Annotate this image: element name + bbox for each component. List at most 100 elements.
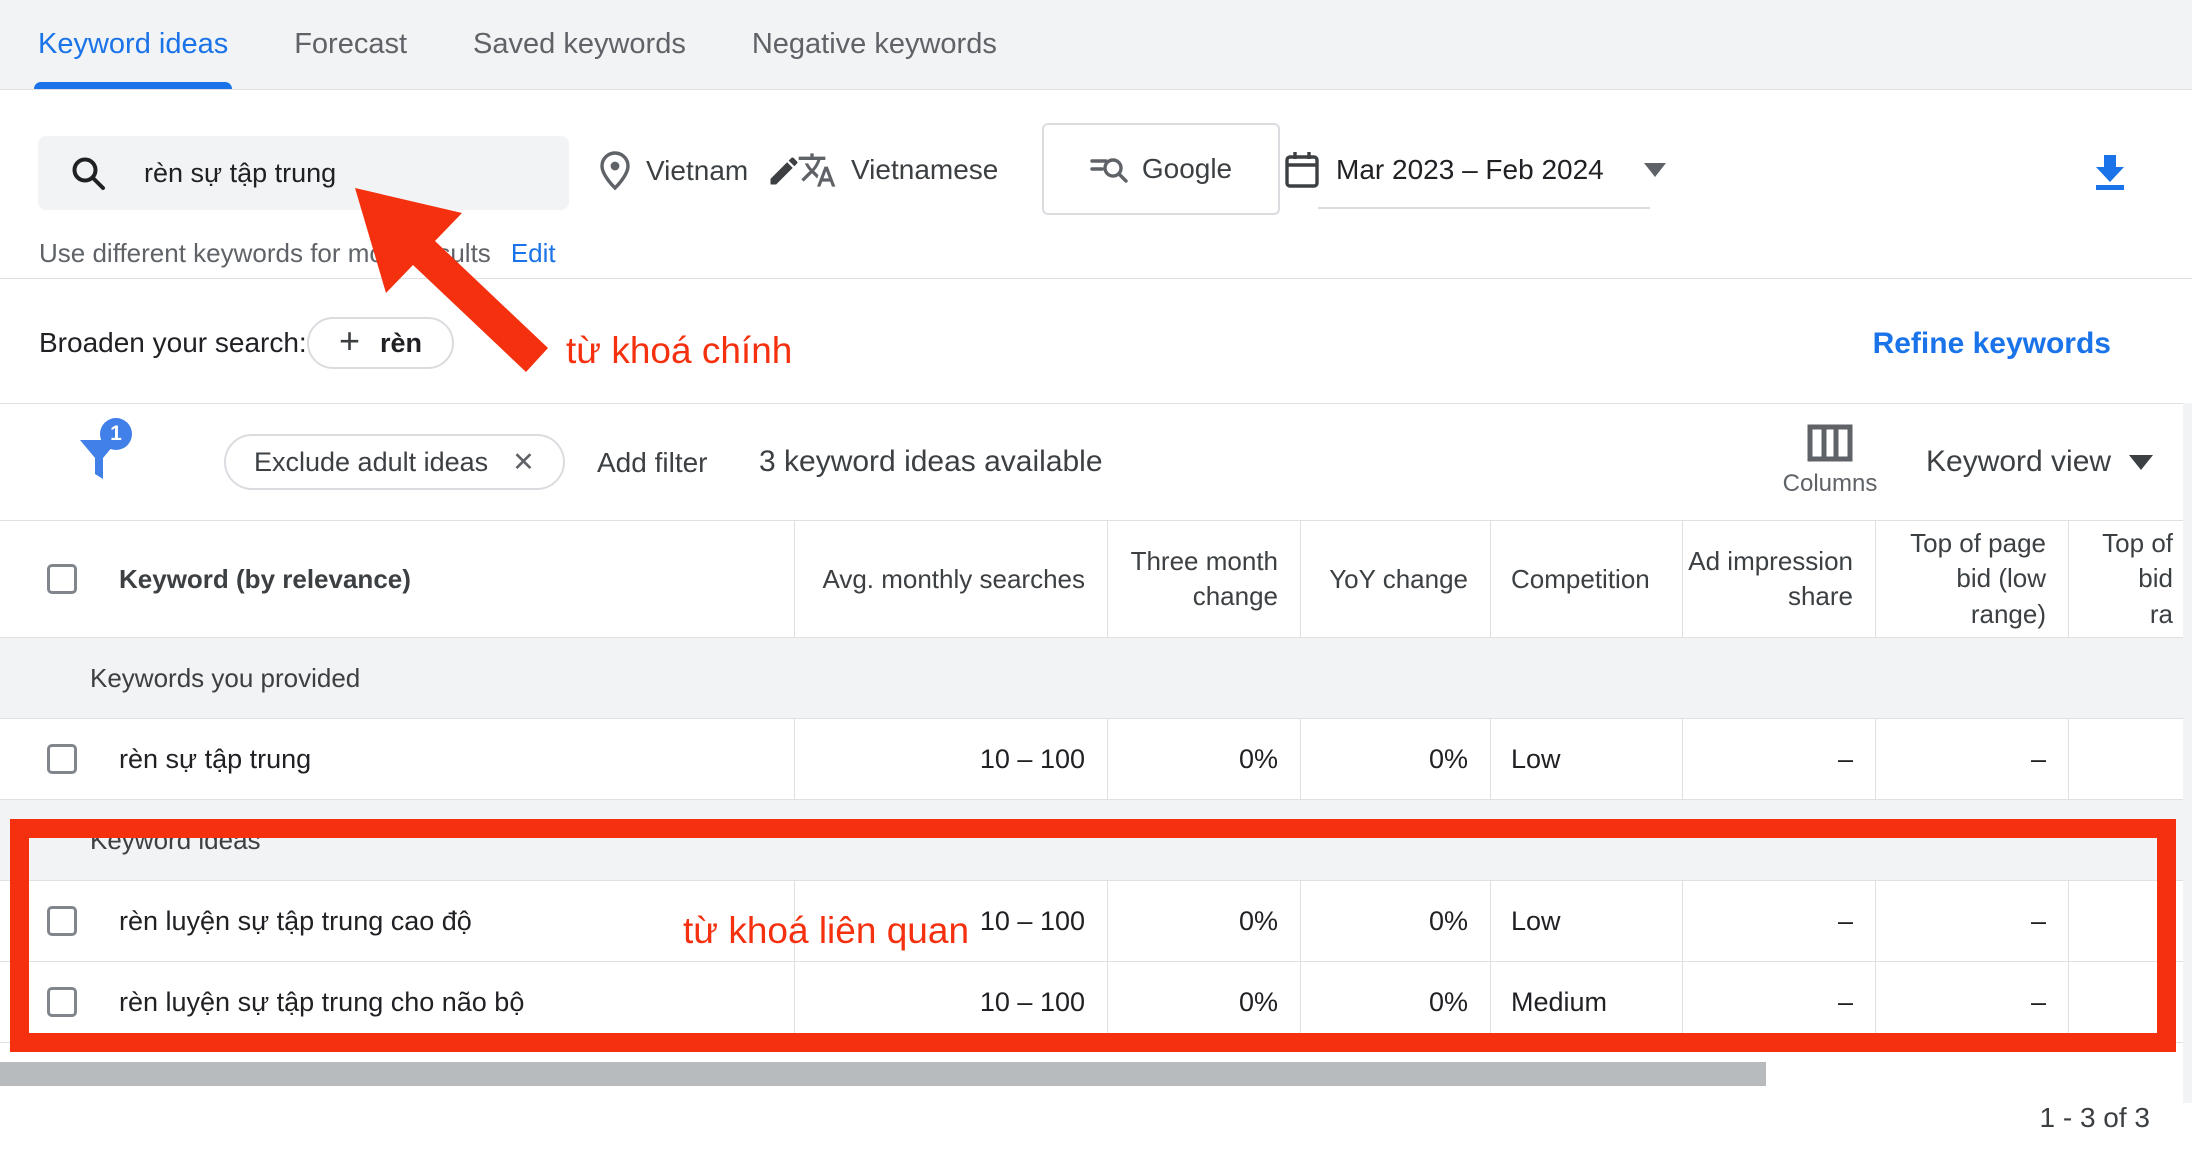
column-header-label: Three month change bbox=[1108, 544, 1278, 614]
columns-label: Columns bbox=[1778, 470, 1882, 498]
active-tab-underline bbox=[34, 82, 232, 89]
section-header-keyword-ideas: Keyword ideas bbox=[0, 800, 2183, 881]
search-icon bbox=[68, 153, 108, 193]
download-button[interactable] bbox=[2086, 148, 2134, 196]
competition-cell: Medium bbox=[1490, 962, 1682, 1042]
tab-bar: Keyword ideas Forecast Saved keywords Ne… bbox=[0, 0, 2192, 90]
yoy-cell: 0% bbox=[1300, 719, 1490, 799]
tab-negative-keywords[interactable]: Negative keywords bbox=[752, 0, 997, 89]
edit-keywords-link[interactable]: Edit bbox=[511, 238, 556, 269]
competition-cell: Low bbox=[1490, 719, 1682, 799]
horizontal-scrollbar-thumb[interactable] bbox=[0, 1062, 1766, 1086]
section-title: Keyword ideas bbox=[90, 825, 261, 856]
column-header-top-high[interactable]: Top of bid ra bbox=[2068, 521, 2183, 637]
keyword-view-label: Keyword view bbox=[1926, 445, 2111, 479]
broaden-chip-label: rèn bbox=[380, 328, 422, 359]
column-header-top-low[interactable]: Top of page bid (low range) bbox=[1875, 521, 2068, 637]
keyword-view-dropdown[interactable]: Keyword view bbox=[1926, 445, 2153, 479]
vertical-scrollbar-gutter bbox=[2183, 403, 2192, 1103]
row-checkbox[interactable] bbox=[47, 906, 77, 936]
location-pin-icon bbox=[598, 150, 632, 192]
keyword-cell: rèn luyện sự tập trung cho não bộ bbox=[119, 987, 524, 1018]
column-header-label: Top of page bid (low range) bbox=[1876, 526, 2046, 631]
table-row[interactable]: rèn luyện sự tập trung cao độ 10 – 100 0… bbox=[0, 881, 2183, 962]
location-control[interactable]: Vietnam bbox=[598, 150, 802, 192]
select-all-checkbox[interactable] bbox=[47, 564, 77, 594]
keyword-search-input[interactable]: rèn sự tập trung bbox=[38, 136, 569, 210]
date-range-control[interactable]: Mar 2023 – Feb 2024 bbox=[1284, 150, 1666, 190]
column-header-label: Top of bid ra bbox=[2102, 526, 2173, 631]
tab-label: Saved keywords bbox=[473, 28, 686, 61]
column-header-keyword[interactable]: Keyword (by relevance) bbox=[0, 521, 794, 637]
table-row[interactable]: rèn luyện sự tập trung cho não bộ 10 – 1… bbox=[0, 962, 2183, 1043]
close-icon[interactable]: ✕ bbox=[512, 447, 535, 478]
network-value: Google bbox=[1142, 153, 1232, 185]
column-header-label: YoY change bbox=[1329, 564, 1468, 595]
add-filter-button[interactable]: Add filter bbox=[597, 447, 708, 479]
tab-forecast[interactable]: Forecast bbox=[294, 0, 407, 89]
column-header-yoy[interactable]: YoY change bbox=[1300, 521, 1490, 637]
calendar-icon bbox=[1284, 150, 1320, 190]
filter-count-badge: 1 bbox=[100, 418, 132, 450]
search-network-icon bbox=[1090, 152, 1128, 186]
refine-keywords-link[interactable]: Refine keywords bbox=[1873, 327, 2111, 361]
divider bbox=[0, 403, 2192, 404]
columns-icon bbox=[1778, 424, 1882, 462]
column-header-label: Keyword (by relevance) bbox=[119, 564, 411, 595]
top-low-cell: – bbox=[1875, 962, 2068, 1042]
top-low-cell: – bbox=[1875, 881, 2068, 961]
tab-label: Forecast bbox=[294, 28, 407, 61]
language-control[interactable]: Vietnamese bbox=[797, 150, 998, 190]
tab-label: Negative keywords bbox=[752, 28, 997, 61]
top-high-cell bbox=[2068, 719, 2183, 799]
yoy-cell: 0% bbox=[1300, 962, 1490, 1042]
avg-searches-cell: 10 – 100 bbox=[794, 719, 1107, 799]
avg-searches-cell: 10 – 100 bbox=[794, 881, 1107, 961]
top-high-cell bbox=[2068, 881, 2183, 961]
column-header-three-month[interactable]: Three month change bbox=[1107, 521, 1300, 637]
table-row[interactable]: rèn sự tập trung 10 – 100 0% 0% Low – – bbox=[0, 719, 2183, 800]
column-header-label: Competition bbox=[1511, 564, 1650, 595]
translate-icon bbox=[797, 150, 837, 190]
date-range-value: Mar 2023 – Feb 2024 bbox=[1336, 154, 1604, 186]
plus-icon: + bbox=[339, 323, 360, 359]
annotation-primary-keyword: từ khoá chính bbox=[566, 330, 792, 372]
row-checkbox[interactable] bbox=[47, 987, 77, 1017]
table-header-row: Keyword (by relevance) Avg. monthly sear… bbox=[0, 521, 2183, 638]
tab-saved-keywords[interactable]: Saved keywords bbox=[473, 0, 686, 89]
section-header-keywords-you-provided: Keywords you provided bbox=[0, 638, 2183, 719]
competition-cell: Low bbox=[1490, 881, 1682, 961]
filter-funnel-button[interactable]: 1 bbox=[76, 424, 138, 486]
avg-searches-cell: 10 – 100 bbox=[794, 962, 1107, 1042]
keywords-table: Keyword (by relevance) Avg. monthly sear… bbox=[0, 520, 2183, 1043]
pagination-status: 1 - 3 of 3 bbox=[2039, 1102, 2150, 1134]
column-header-competition[interactable]: Competition bbox=[1490, 521, 1682, 637]
column-header-label: Avg. monthly searches bbox=[822, 564, 1085, 595]
filter-chip-label: Exclude adult ideas bbox=[254, 447, 488, 478]
keyword-planner-page: Keyword ideas Forecast Saved keywords Ne… bbox=[0, 0, 2192, 1154]
network-selector[interactable]: Google bbox=[1042, 123, 1280, 215]
three-month-cell: 0% bbox=[1107, 881, 1300, 961]
yoy-cell: 0% bbox=[1300, 881, 1490, 961]
column-header-label: Ad impression share bbox=[1683, 544, 1853, 614]
row-checkbox[interactable] bbox=[47, 744, 77, 774]
keyword-ideas-count: 3 keyword ideas available bbox=[759, 445, 1103, 479]
location-value: Vietnam bbox=[646, 155, 748, 187]
broaden-keyword-chip[interactable]: + rèn bbox=[307, 317, 454, 369]
tab-keyword-ideas[interactable]: Keyword ideas bbox=[38, 0, 228, 89]
keyword-cell: rèn luyện sự tập trung cao độ bbox=[119, 906, 472, 937]
column-header-ad-share[interactable]: Ad impression share bbox=[1682, 521, 1875, 637]
ad-share-cell: – bbox=[1682, 719, 1875, 799]
search-value: rèn sự tập trung bbox=[144, 158, 336, 189]
chevron-down-icon bbox=[2129, 455, 2153, 470]
chevron-down-icon bbox=[1644, 163, 1666, 177]
keyword-cell: rèn sự tập trung bbox=[119, 744, 311, 775]
top-low-cell: – bbox=[1875, 719, 2068, 799]
ad-share-cell: – bbox=[1682, 881, 1875, 961]
date-range-underline bbox=[1318, 207, 1650, 209]
column-header-avg-searches[interactable]: Avg. monthly searches bbox=[794, 521, 1107, 637]
exclude-adult-ideas-chip[interactable]: Exclude adult ideas ✕ bbox=[224, 434, 565, 490]
broaden-search-label: Broaden your search: bbox=[39, 327, 307, 359]
columns-button[interactable]: Columns bbox=[1778, 424, 1882, 498]
hint-row: Use different keywords for more results … bbox=[39, 238, 556, 269]
